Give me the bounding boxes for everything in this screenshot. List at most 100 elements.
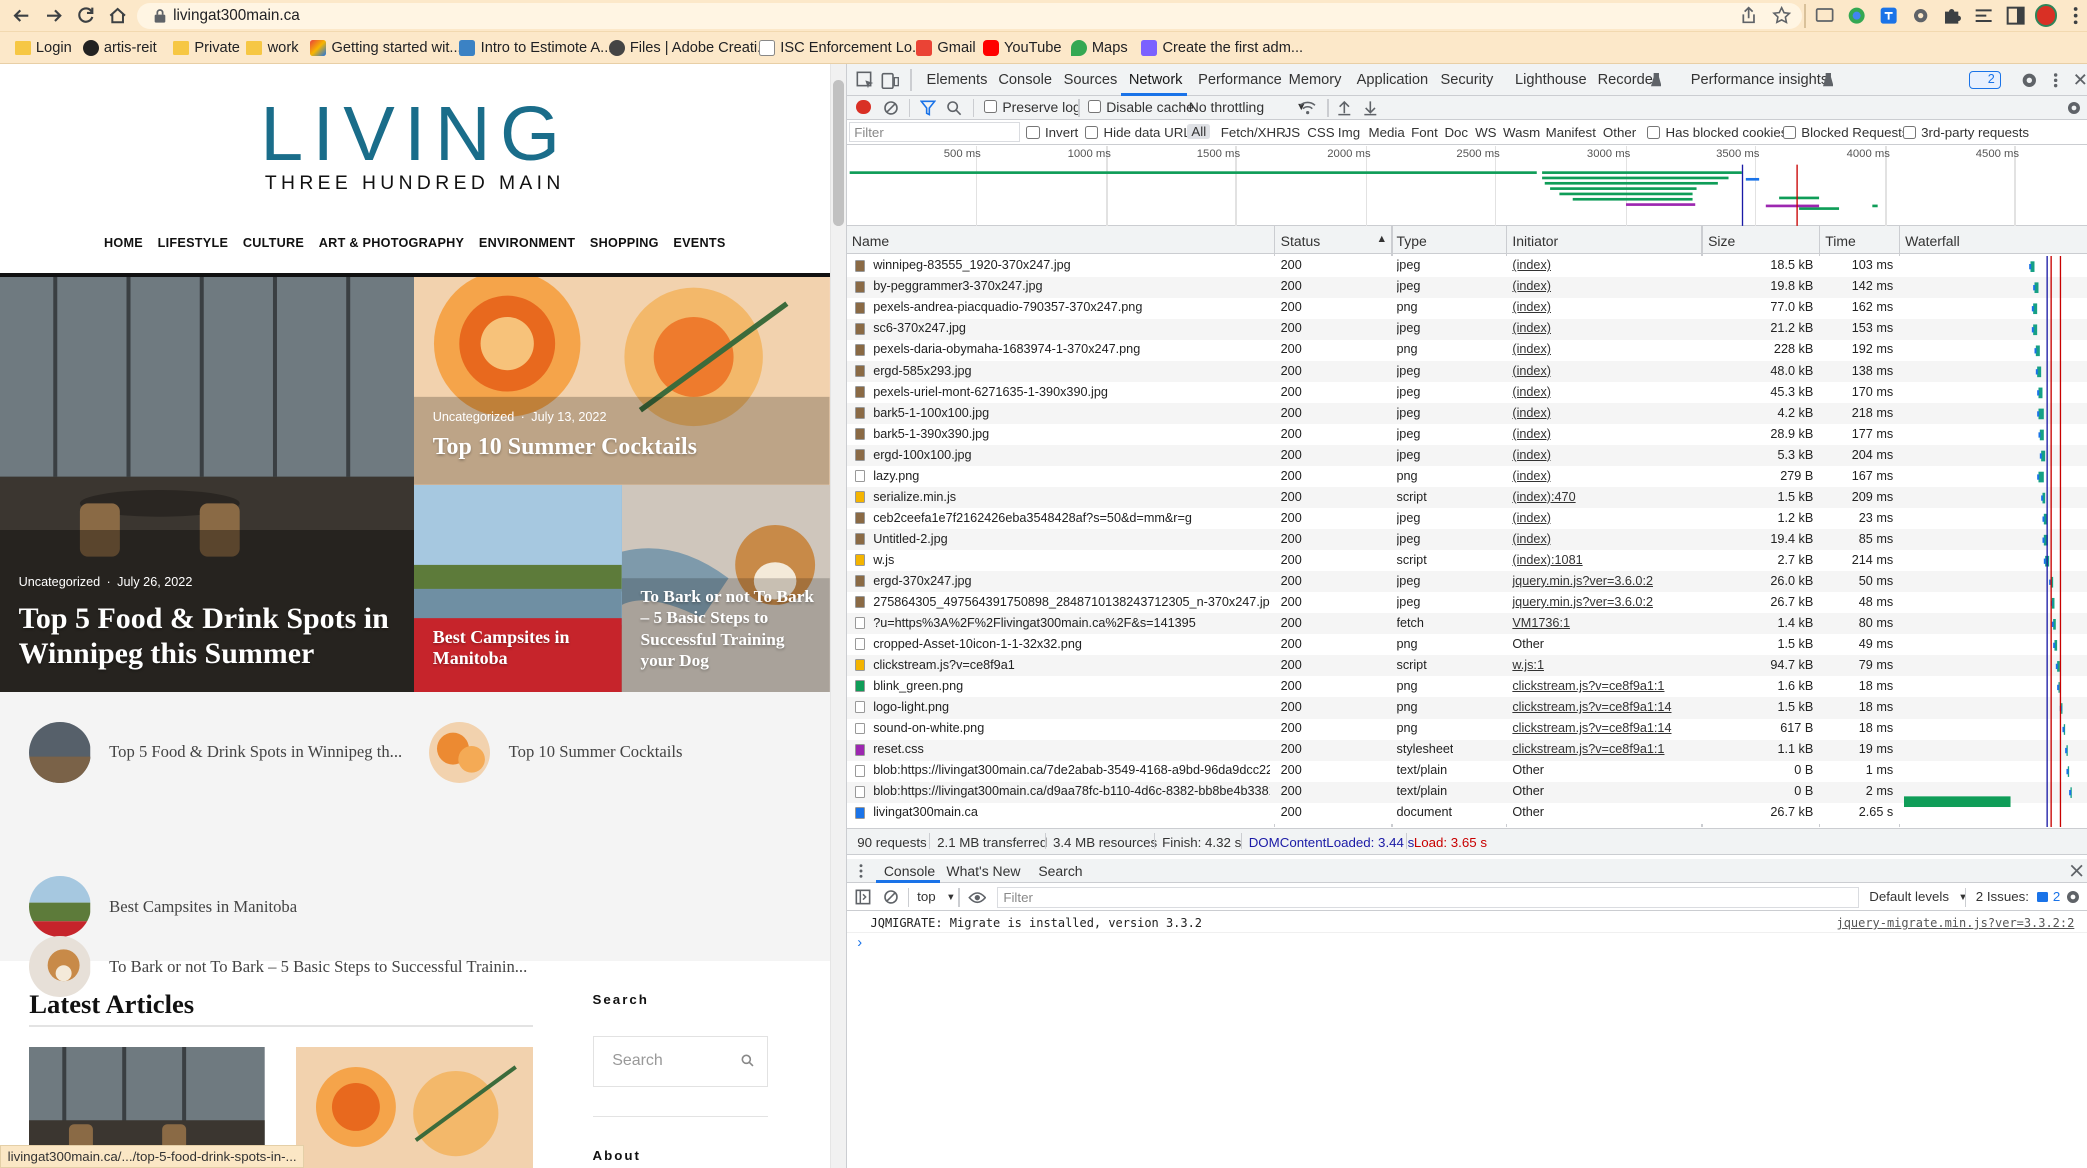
- request-name[interactable]: bark5-1-100x100.jpg: [873, 406, 1270, 420]
- network-overview-timeline[interactable]: 500 ms 1000 ms 1500 ms 2000 ms 2500 ms 3…: [846, 146, 2087, 227]
- latest-article-thumb[interactable]: [295, 1046, 533, 1168]
- share-icon[interactable]: [1738, 5, 1759, 26]
- blocked-cookies-checkbox[interactable]: Has blocked cookies: [1646, 125, 1787, 140]
- request-name[interactable]: blink_green.png: [873, 679, 1270, 693]
- request-initiator[interactable]: clickstream.js?v=ce8f9a1:14: [1512, 700, 1698, 714]
- request-initiator[interactable]: jquery.min.js?ver=3.6.0:2: [1512, 595, 1698, 609]
- filter-wasm[interactable]: Wasm: [1503, 125, 1540, 140]
- request-initiator[interactable]: (index): [1512, 448, 1698, 462]
- clear-console-icon[interactable]: [883, 889, 899, 905]
- filter-all[interactable]: All: [1187, 123, 1211, 139]
- console-sidebar-icon[interactable]: [855, 889, 871, 905]
- list-item[interactable]: To Bark or not To Bark – 5 Basic Steps t…: [29, 936, 527, 998]
- menu-art-photography[interactable]: ART & PHOTOGRAPHY: [319, 236, 464, 250]
- request-initiator[interactable]: w.js:1: [1512, 658, 1698, 672]
- filter-ws[interactable]: WS: [1475, 125, 1496, 140]
- request-name[interactable]: bark5-1-390x390.jpg: [873, 427, 1270, 441]
- hero-cocktails-tile[interactable]: Uncategorized · July 13, 2022 Top 10 Sum…: [414, 276, 830, 485]
- network-conditions-icon[interactable]: [1299, 100, 1316, 116]
- waterfall-bar[interactable]: [2038, 471, 2044, 483]
- console-filter-input[interactable]: Filter: [997, 886, 1859, 909]
- hero-main-tile[interactable]: Uncategorized · July 26, 2022 Top 5 Food…: [0, 276, 415, 693]
- filter-doc[interactable]: Doc: [1444, 125, 1468, 140]
- request-name[interactable]: blob:https://livingat300main.ca/d9aa78fc…: [873, 784, 1270, 798]
- search-icon[interactable]: [946, 100, 962, 116]
- request-name[interactable]: pexels-uriel-mont-6271635-1-390x390.jpg: [873, 385, 1270, 399]
- request-name[interactable]: w.js: [873, 553, 1270, 567]
- request-name[interactable]: ergd-370x247.jpg: [873, 574, 1270, 588]
- tab-lighthouse[interactable]: Lighthouse: [1515, 72, 1587, 88]
- bookmark-star-icon[interactable]: [1771, 5, 1792, 26]
- bookmark-private[interactable]: Private: [173, 39, 240, 58]
- checkbox-box[interactable]: [1087, 99, 1101, 114]
- menu-home[interactable]: HOME: [104, 236, 143, 250]
- bookmark-work[interactable]: work: [246, 39, 299, 58]
- request-name[interactable]: serialize.min.js: [873, 490, 1270, 504]
- cast-extension-icon[interactable]: [1814, 5, 1835, 26]
- drawer-tab-console[interactable]: Console: [884, 863, 935, 879]
- request-name[interactable]: livingat300main.ca: [873, 805, 1270, 819]
- request-initiator[interactable]: clickstream.js?v=ce8f9a1:1: [1512, 679, 1698, 693]
- tab-console[interactable]: Console: [998, 72, 1052, 88]
- reload-icon[interactable]: [75, 5, 96, 26]
- request-initiator[interactable]: (index): [1512, 469, 1698, 483]
- request-initiator[interactable]: (index): [1512, 279, 1698, 293]
- menu-lifestyle[interactable]: LIFESTYLE: [158, 236, 229, 250]
- request-name[interactable]: blob:https://livingat300main.ca/7de2abab…: [873, 763, 1270, 777]
- campsites-title[interactable]: Best Campsites in Manitoba: [433, 627, 613, 670]
- request-initiator[interactable]: (index):1081: [1512, 553, 1698, 567]
- url-text[interactable]: livingat300main.ca: [173, 7, 300, 25]
- page-scrollbar[interactable]: [829, 63, 846, 1168]
- settings-gear-icon[interactable]: [2020, 71, 2039, 90]
- bookmark-youtube[interactable]: YouTube: [982, 39, 1061, 58]
- scrollbar-thumb[interactable]: [833, 79, 844, 227]
- bookmark-gmail[interactable]: Gmail: [916, 39, 976, 58]
- filter-css[interactable]: CSS: [1307, 125, 1334, 140]
- bookmark-create-admin[interactable]: Create the first adm...: [1141, 39, 1303, 58]
- site-logo-subtitle[interactable]: THREE HUNDRED MAIN: [0, 173, 830, 195]
- request-name[interactable]: logo-light.png: [873, 700, 1270, 714]
- request-name[interactable]: Untitled-2.jpg: [873, 532, 1270, 546]
- request-initiator[interactable]: (index): [1512, 258, 1698, 272]
- filter-js[interactable]: JS: [1285, 125, 1301, 140]
- checkbox-box[interactable]: [1782, 125, 1796, 140]
- bookmark-estimote[interactable]: Intro to Estimote A...: [459, 39, 612, 58]
- blocked-requests-checkbox[interactable]: Blocked Requests: [1782, 125, 1908, 140]
- settings-extension-icon[interactable]: [1910, 5, 1931, 26]
- list-item[interactable]: Best Campsites in Manitoba: [29, 876, 297, 938]
- request-initiator[interactable]: (index):470: [1512, 490, 1698, 504]
- request-name[interactable]: pexels-daria-obymaha-1683974-1-370x247.p…: [873, 342, 1270, 356]
- forward-arrow-icon[interactable]: [43, 5, 64, 26]
- issues-badge[interactable]: 2: [1969, 70, 2002, 90]
- dog-title[interactable]: To Bark or not To Bark – 5 Basic Steps t…: [640, 586, 820, 671]
- cocktails-category[interactable]: Uncategorized: [433, 410, 515, 424]
- bookmark-login[interactable]: Login: [14, 39, 72, 58]
- list-item[interactable]: Top 10 Summer Cocktails: [428, 721, 683, 783]
- menu-environment[interactable]: ENVIRONMENT: [479, 236, 575, 250]
- filter-media[interactable]: Media: [1369, 125, 1405, 140]
- address-bar[interactable]: [137, 2, 1802, 30]
- bookmark-adobe-files[interactable]: Files | Adobe Creati...: [608, 39, 769, 58]
- export-har-icon[interactable]: [1363, 100, 1378, 116]
- console-prompt-chevron-icon[interactable]: ›: [857, 935, 862, 951]
- context-select[interactable]: top ▼: [917, 889, 955, 904]
- reading-list-icon[interactable]: [1973, 5, 1994, 26]
- checkbox-box[interactable]: [983, 99, 998, 114]
- drawer-tab-search[interactable]: Search: [1038, 863, 1082, 879]
- request-initiator[interactable]: (index): [1512, 427, 1698, 441]
- request-initiator[interactable]: (index): [1512, 321, 1698, 335]
- request-name[interactable]: ceb2ceefa1e7f2162426eba3548428af?s=50&d=…: [873, 511, 1270, 525]
- request-name[interactable]: sound-on-white.png: [873, 721, 1270, 735]
- google-drive-extension-icon[interactable]: [1846, 5, 1867, 26]
- drawer-menu-icon[interactable]: [857, 863, 865, 879]
- menu-shopping[interactable]: SHOPPING: [590, 236, 659, 250]
- request-initiator[interactable]: (index): [1512, 511, 1698, 525]
- record-icon[interactable]: [855, 99, 871, 115]
- request-name[interactable]: reset.css: [873, 742, 1270, 756]
- hero-main-title[interactable]: Top 5 Food & Drink Spots in Winnipeg thi…: [19, 601, 405, 673]
- checkbox-box[interactable]: [1902, 125, 1916, 140]
- log-levels-select[interactable]: Default levels ▼: [1869, 889, 1967, 904]
- waterfall-bar[interactable]: [1903, 796, 2011, 807]
- menu-culture[interactable]: CULTURE: [243, 236, 304, 250]
- disable-cache-checkbox[interactable]: Disable cache: [1087, 99, 1194, 115]
